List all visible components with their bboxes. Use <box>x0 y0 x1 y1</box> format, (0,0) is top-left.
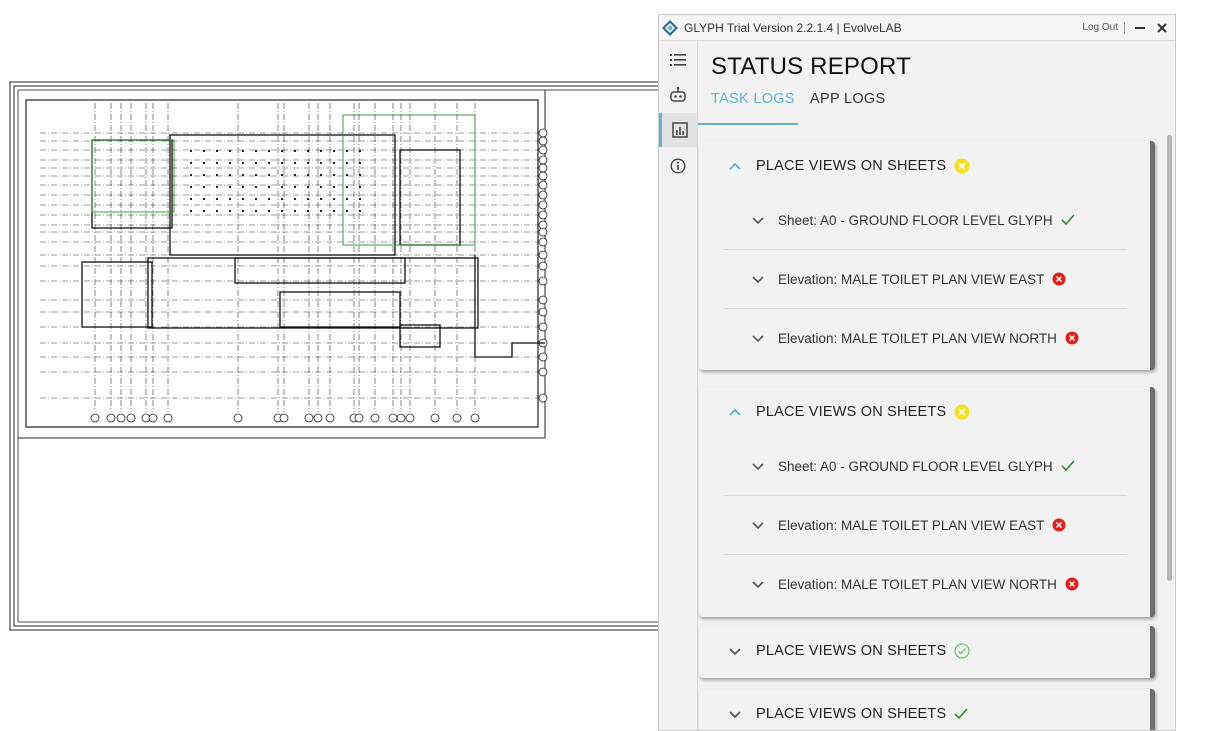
warning-icon <box>954 158 970 174</box>
minimize-button[interactable] <box>1131 19 1149 37</box>
scrollbar-thumb[interactable] <box>1167 135 1172 581</box>
task-subitem[interactable]: Sheet: A0 - GROUND FLOOR LEVEL GLYPH <box>724 437 1127 496</box>
close-icon <box>1157 22 1167 33</box>
check-icon <box>1061 460 1075 472</box>
chevron-up-icon <box>729 408 741 416</box>
chevron-down-icon <box>752 217 764 225</box>
subitem-label: Elevation: MALE TOILET PLAN VIEW EAST <box>778 271 1045 287</box>
chevron-down-icon <box>752 581 764 589</box>
status-success <box>1061 214 1075 226</box>
task-title: PLACE VIEWS ON SHEETS <box>756 706 947 722</box>
title-bar: GLYPH Trial Version 2.2.1.4 | EvolveLAB … <box>659 15 1175 41</box>
status-error <box>1065 331 1079 345</box>
chevron-down-icon <box>752 463 764 471</box>
task-title: PLACE VIEWS ON SHEETS <box>756 404 947 420</box>
sidebar <box>659 41 698 730</box>
close-button[interactable] <box>1153 19 1171 37</box>
task-title: PLACE VIEWS ON SHEETS <box>756 158 947 174</box>
cad-drawing-canvas[interactable] <box>0 0 660 731</box>
task-card: PLACE VIEWS ON SHEETS Sheet: A0 - GROUND… <box>699 387 1155 617</box>
chevron-down-icon <box>752 335 764 343</box>
status-warning <box>954 158 970 174</box>
task-log-list: PLACE VIEWS ON SHEETS Sheet: A0 - GROUND… <box>698 125 1175 730</box>
title-separator <box>1124 21 1125 34</box>
chevron-down-icon <box>729 648 741 656</box>
sidebar-item-tasks[interactable] <box>659 43 697 77</box>
task-card-header[interactable]: PLACE VIEWS ON SHEETS <box>699 689 1150 730</box>
window-title: GLYPH Trial Version 2.2.1.4 | EvolveLAB <box>684 20 902 35</box>
status-warning <box>954 404 970 420</box>
status-success <box>954 643 970 659</box>
chevron-down-icon <box>752 276 764 284</box>
sidebar-item-status-report[interactable] <box>659 113 697 147</box>
tab-task-logs[interactable]: TASK LOGS <box>711 91 795 125</box>
error-icon <box>1052 272 1066 286</box>
sidebar-item-info[interactable] <box>659 149 697 183</box>
task-title: PLACE VIEWS ON SHEETS <box>756 643 947 659</box>
sidebar-item-bots[interactable] <box>659 78 697 112</box>
chart-icon <box>671 122 688 138</box>
status-error <box>1052 518 1066 532</box>
error-icon <box>1052 518 1066 532</box>
task-subitem[interactable]: Sheet: A0 - GROUND FLOOR LEVEL GLYPH <box>724 191 1127 250</box>
status-success <box>954 708 968 720</box>
subitem-label: Sheet: A0 - GROUND FLOOR LEVEL GLYPH <box>778 458 1053 474</box>
task-subitem[interactable]: Elevation: MALE TOILET PLAN VIEW EAST <box>724 250 1127 309</box>
task-card: PLACE VIEWS ON SHEETS <box>699 626 1155 678</box>
chevron-down-icon <box>729 711 741 719</box>
warning-icon <box>954 404 970 420</box>
task-subitem[interactable]: Elevation: MALE TOILET PLAN VIEW NORTH <box>724 555 1127 613</box>
task-card: PLACE VIEWS ON SHEETS <box>699 689 1155 730</box>
task-card: PLACE VIEWS ON SHEETS Sheet: A0 - GROUND… <box>699 141 1155 370</box>
logout-link[interactable]: Log Out <box>1082 22 1118 33</box>
list-icon <box>670 54 686 66</box>
page-title: STATUS REPORT <box>711 53 911 80</box>
subitem-label: Elevation: MALE TOILET PLAN VIEW NORTH <box>778 330 1057 346</box>
check-icon <box>954 708 968 720</box>
main-content: STATUS REPORT TASK LOGS APP LOGS PLACE V… <box>698 41 1175 730</box>
task-subitem[interactable]: Elevation: MALE TOILET PLAN VIEW EAST <box>724 496 1127 555</box>
chevron-down-icon <box>752 522 764 530</box>
glyph-panel: GLYPH Trial Version 2.2.1.4 | EvolveLAB … <box>658 14 1176 731</box>
task-card-header[interactable]: PLACE VIEWS ON SHEETS <box>699 141 1150 191</box>
task-card-header[interactable]: PLACE VIEWS ON SHEETS <box>699 626 1150 676</box>
info-icon <box>670 158 686 174</box>
status-success <box>1061 460 1075 472</box>
subitem-label: Elevation: MALE TOILET PLAN VIEW NORTH <box>778 576 1057 592</box>
glyph-logo-icon <box>662 19 678 36</box>
chevron-up-icon <box>729 162 741 170</box>
minimize-icon <box>1135 26 1145 29</box>
scrollbar[interactable] <box>1166 127 1173 583</box>
subitem-label: Elevation: MALE TOILET PLAN VIEW EAST <box>778 517 1045 533</box>
error-icon <box>1065 577 1079 591</box>
task-card-header[interactable]: PLACE VIEWS ON SHEETS <box>699 387 1150 437</box>
status-error <box>1052 272 1066 286</box>
check-circle-icon <box>954 643 970 659</box>
status-error <box>1065 577 1079 591</box>
tab-app-logs[interactable]: APP LOGS <box>810 91 885 125</box>
check-icon <box>1061 214 1075 226</box>
error-icon <box>1065 331 1079 345</box>
task-subitem[interactable]: Elevation: MALE TOILET PLAN VIEW NORTH <box>724 309 1127 367</box>
robot-icon <box>670 86 686 102</box>
subitem-label: Sheet: A0 - GROUND FLOOR LEVEL GLYPH <box>778 212 1053 228</box>
